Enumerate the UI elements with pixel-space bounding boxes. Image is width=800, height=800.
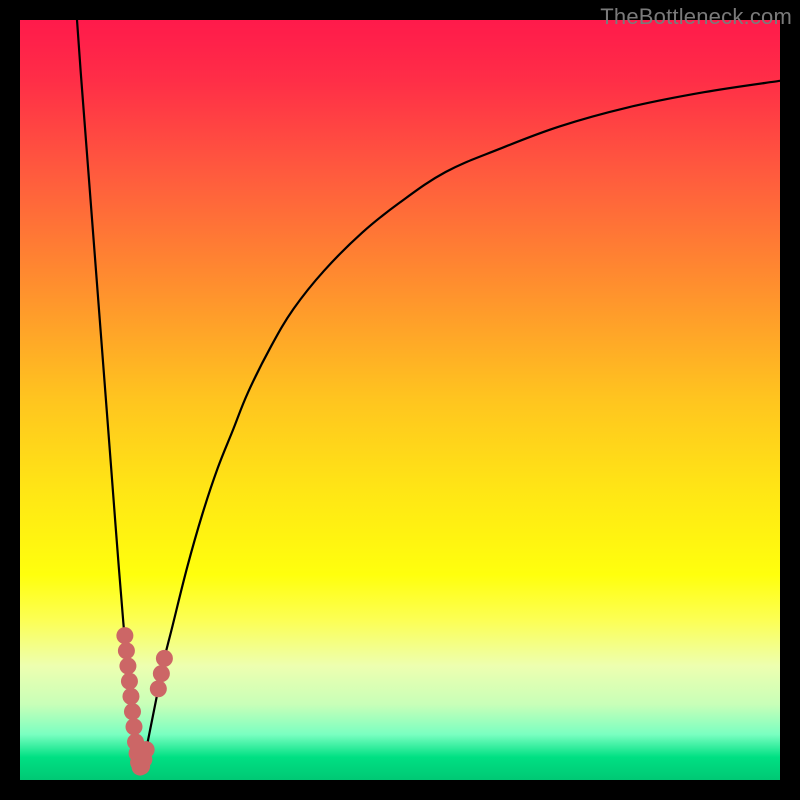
curve-marker — [138, 741, 155, 758]
curve-marker — [150, 680, 167, 697]
curve-right-branch — [142, 81, 780, 773]
curve-marker — [126, 718, 143, 735]
curve-marker — [121, 673, 138, 690]
curve-marker — [156, 650, 173, 667]
curve-marker — [118, 642, 135, 659]
curve-marker — [122, 688, 139, 705]
curve-marker — [124, 703, 141, 720]
chart-svg — [20, 20, 780, 780]
curve-marker — [153, 665, 170, 682]
curve-marker — [116, 627, 133, 644]
curve-marker — [119, 658, 136, 675]
curve-markers — [116, 627, 173, 775]
plot-area — [20, 20, 780, 780]
chart-frame: TheBottleneck.com — [0, 0, 800, 800]
watermark-text: TheBottleneck.com — [600, 4, 792, 30]
